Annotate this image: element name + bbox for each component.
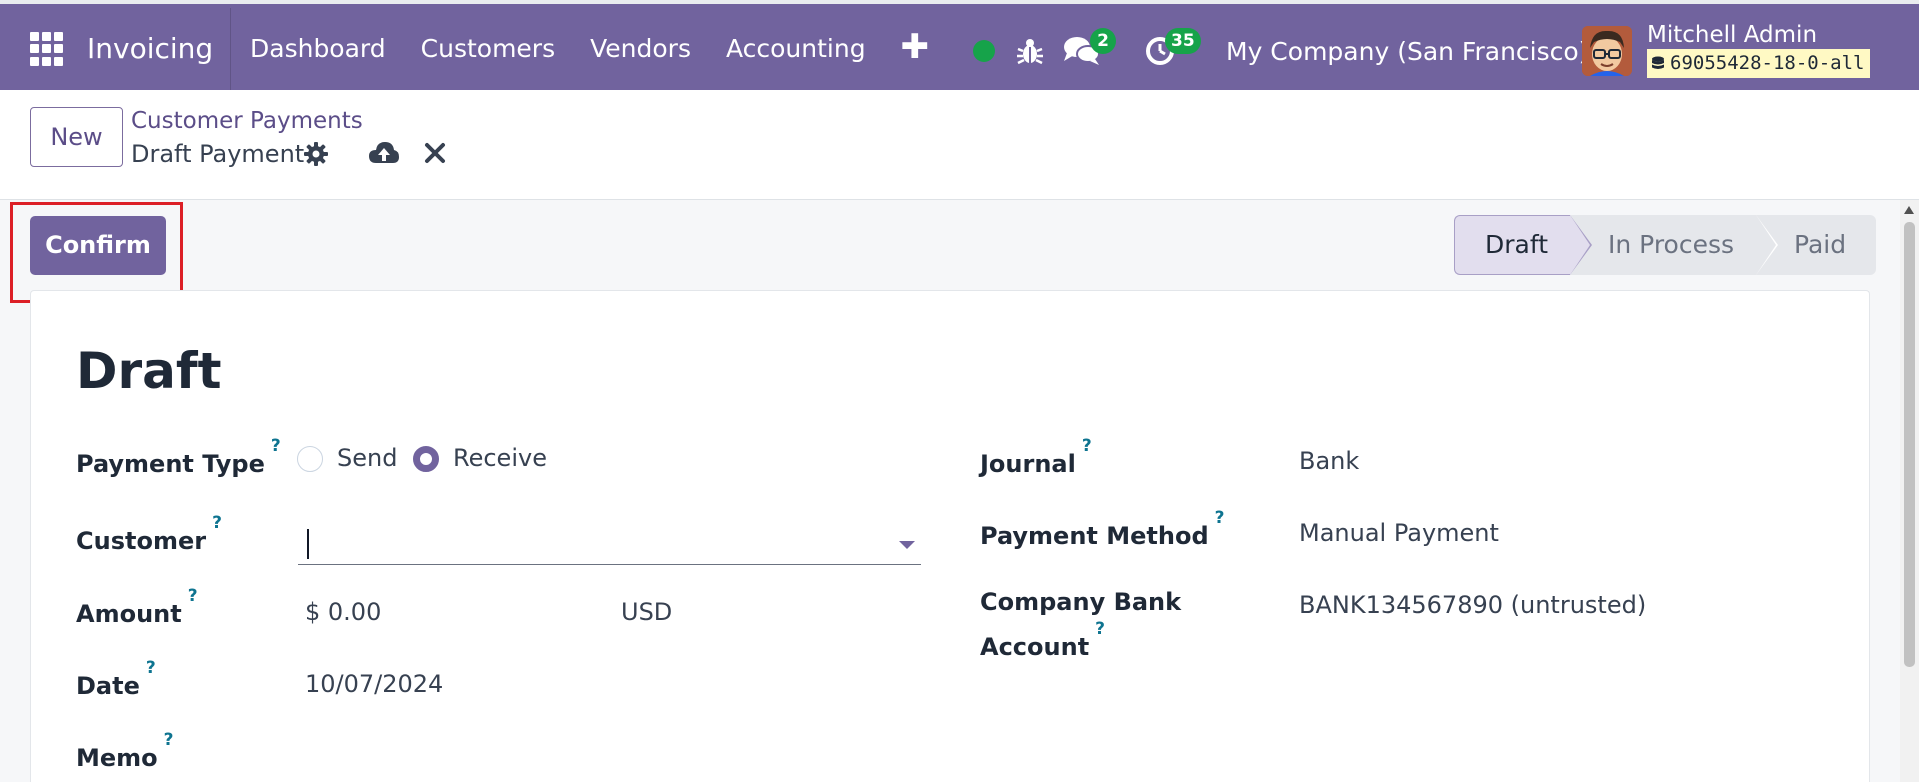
payment-type-label: Payment Type?	[76, 436, 281, 479]
company-bank-account-label: Company Bank	[980, 587, 1181, 617]
new-button[interactable]: New	[30, 107, 123, 167]
journal-label-text: Journal	[980, 450, 1076, 478]
memo-label: Memo?	[76, 730, 174, 773]
form-sheet: Draft Payment Type? Send Receive Custome…	[30, 290, 1870, 782]
memo-label-text: Memo	[76, 744, 158, 772]
customer-input[interactable]	[298, 521, 921, 565]
amount-label-text: Amount	[76, 600, 182, 628]
help-icon[interactable]: ?	[1082, 436, 1092, 456]
help-icon[interactable]: ?	[188, 586, 198, 606]
company-bank-account-label-line1: Company Bank	[980, 588, 1182, 616]
journal-label: Journal?	[980, 436, 1092, 479]
help-icon[interactable]: ?	[1215, 508, 1225, 528]
form-statusbar: Confirm Draft In Process Paid	[0, 200, 1900, 303]
payment-type-send-radio[interactable]	[297, 446, 323, 472]
customer-label: Customer?	[76, 513, 222, 556]
company-bank-account-label-2: Account?	[980, 619, 1105, 662]
amount-input[interactable]: $ 0.00	[305, 597, 381, 627]
payment-method-label: Payment Method?	[980, 508, 1225, 551]
record-title: Draft	[76, 342, 222, 400]
database-chip: 69055428-18-0-all	[1647, 49, 1871, 78]
payment-method-value[interactable]: Manual Payment	[1299, 518, 1499, 548]
top-navbar: Invoicing Dashboard Customers Vendors Ac…	[0, 0, 1919, 94]
save-cloud-upload-icon[interactable]	[368, 139, 400, 167]
database-name: 69055428-18-0-all	[1670, 52, 1865, 74]
status-step-label: Draft	[1485, 230, 1549, 259]
date-label-text: Date	[76, 672, 140, 700]
payment-method-label-text: Payment Method	[980, 522, 1209, 550]
menu-item-customers[interactable]: Customers	[421, 34, 555, 64]
online-status-icon	[973, 40, 995, 62]
debug-bug-icon[interactable]	[1016, 36, 1044, 66]
payment-type-send-label[interactable]: Send	[337, 443, 397, 473]
main-menu: Dashboard Customers Vendors Accounting ✚	[250, 4, 929, 94]
amount-label: Amount?	[76, 586, 198, 629]
date-input[interactable]: 10/07/2024	[305, 669, 443, 699]
navbar-divider	[230, 8, 231, 94]
payment-type-receive-radio[interactable]	[413, 446, 439, 472]
activity-count-badge: 35	[1165, 28, 1201, 54]
company-bank-account-value[interactable]: BANK134567890 (untrusted)	[1299, 590, 1646, 620]
user-avatar[interactable]	[1582, 26, 1632, 76]
status-step-in-process[interactable]: In Process	[1570, 215, 1779, 275]
payment-type-label-text: Payment Type	[76, 450, 265, 478]
help-icon[interactable]: ?	[146, 658, 156, 678]
app-brand[interactable]: Invoicing	[87, 32, 213, 66]
journal-value[interactable]: Bank	[1299, 446, 1359, 476]
control-panel: New Customer Payments Draft Payment	[0, 90, 1919, 200]
database-icon	[1652, 56, 1664, 69]
help-icon[interactable]: ?	[212, 513, 222, 533]
text-cursor	[307, 529, 309, 559]
breadcrumb-customer-payments[interactable]: Customer Payments	[131, 108, 363, 134]
apps-menu-icon[interactable]	[30, 32, 64, 66]
plus-icon[interactable]: ✚	[901, 30, 930, 64]
customer-label-text: Customer	[76, 527, 207, 555]
payment-type-receive-label[interactable]: Receive	[453, 443, 547, 473]
breadcrumb-current: Draft Payment	[131, 140, 305, 168]
status-steps: Draft In Process Paid	[1454, 215, 1877, 275]
help-icon[interactable]: ?	[271, 436, 281, 456]
discard-close-icon[interactable]	[424, 142, 446, 164]
chevron-down-icon[interactable]	[899, 541, 915, 549]
menu-item-vendors[interactable]: Vendors	[590, 34, 691, 64]
scrollbar-thumb[interactable]	[1904, 222, 1915, 667]
user-name[interactable]: Mitchell Admin	[1647, 22, 1817, 48]
messages-count-badge: 2	[1090, 28, 1116, 54]
confirm-button[interactable]: Confirm	[30, 216, 166, 275]
status-step-draft[interactable]: Draft	[1454, 215, 1593, 275]
status-step-label: In Process	[1608, 230, 1735, 259]
gear-icon[interactable]	[304, 142, 328, 166]
company-switcher[interactable]: My Company (San Francisco)	[1226, 37, 1588, 66]
help-icon[interactable]: ?	[164, 730, 174, 750]
scroll-up-arrow-icon[interactable]	[1904, 206, 1914, 214]
status-step-label: Paid	[1794, 230, 1847, 259]
form-content: Confirm Draft In Process Paid Draft Paym…	[0, 200, 1900, 782]
date-label: Date?	[76, 658, 156, 701]
help-icon[interactable]: ?	[1095, 619, 1105, 639]
currency-select[interactable]: USD	[621, 597, 672, 627]
menu-item-accounting[interactable]: Accounting	[726, 34, 866, 64]
menu-item-dashboard[interactable]: Dashboard	[250, 34, 386, 64]
vertical-scrollbar[interactable]	[1900, 200, 1919, 782]
company-bank-account-label-line2: Account	[980, 633, 1090, 661]
